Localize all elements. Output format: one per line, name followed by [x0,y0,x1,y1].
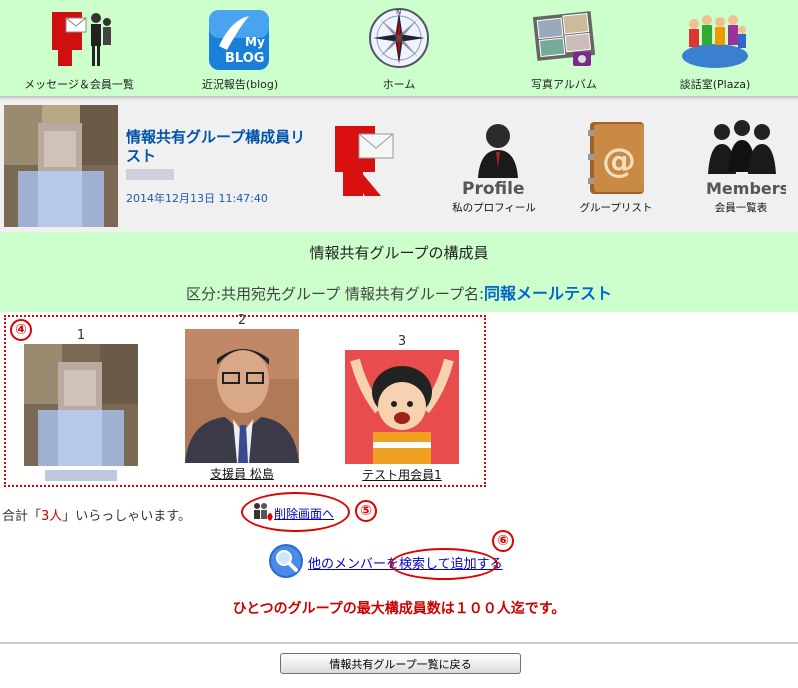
member-photo[interactable] [185,329,299,463]
svg-text:Members: Members [706,179,786,198]
message-logo-icon [335,126,394,196]
nav-item-home[interactable]: N ホーム [324,6,474,96]
svg-text:BLOG: BLOG [225,51,264,66]
owner-name-redacted [126,169,174,180]
member-count: 3人 [41,509,63,524]
group-name: 同報メールテスト [484,284,613,303]
header-datetime: 2014年12月13日 11:47:40 [126,192,268,205]
member-name-link[interactable]: 支援員 松島 [182,465,302,482]
photo-album-icon [532,11,596,66]
annotation-marker-5: ⑤ [355,500,377,522]
annotation-oval-6 [390,548,498,580]
member-photo[interactable] [24,344,138,466]
member-name-link[interactable]: テスト用会員1 [342,466,462,483]
profile-icon: Profile [462,124,524,198]
section-title: 情報共有グループの構成員 [309,244,489,262]
member-card[interactable]: 1 [21,328,141,485]
message-logo-link[interactable] [315,118,425,218]
svg-text:My: My [245,35,265,49]
message-icon [52,12,111,66]
self-avatar [4,105,118,227]
svg-text:N: N [396,8,401,16]
members-icon: Members [706,120,786,198]
member-total: 合計「3人」いらっしゃいます。 [2,509,191,524]
compass-icon: N [369,8,429,68]
group-list-link[interactable]: @ グループリスト [561,118,671,218]
nav-label: 写真アルバム [531,78,597,91]
member-table-label: 会員一覧表 [714,202,768,214]
nav-label: ホーム [382,78,416,91]
group-info-line: 区分:共用宛先グループ 情報共有グループ名:同報メールテスト [0,280,798,304]
nav-item-blog[interactable]: My BLOG 近況報告(blog) [165,6,315,96]
member-number: 1 [76,328,86,343]
nav-label: 近況報告(blog) [201,78,279,91]
member-card[interactable]: 2 支援員 松島 [182,313,302,482]
member-table-link[interactable]: Members 会員一覧表 [686,118,796,218]
group-list-title: 情報共有グループ構成員リスト [126,128,306,165]
category-text: 区分:共用宛先グループ 情報共有グループ名: [185,285,485,303]
search-icon[interactable] [268,543,304,579]
blog-icon: My BLOG [209,10,269,70]
member-name-redacted [45,470,117,481]
member-number: 3 [397,334,407,349]
nav-item-messages[interactable]: メッセージ＆会員一覧 [4,6,154,96]
my-profile-link[interactable]: Profile 私のプロフィール [439,118,549,218]
svg-text:@: @ [602,141,636,181]
nav-item-plaza[interactable]: 談話室(Plaza) [640,6,790,96]
svg-text:Profile: Profile [462,179,524,198]
nav-label: メッセージ＆会員一覧 [24,78,134,91]
back-to-group-list-button[interactable]: 情報共有グループ一覧に戻る [280,653,521,674]
annotation-marker-6: ⑥ [492,530,514,552]
member-photo[interactable] [345,350,459,464]
nav-label: 談話室(Plaza) [679,78,751,91]
member-number: 2 [237,313,247,328]
max-members-notice: ひとつのグループの最大構成員数は１００人迄です。 [232,601,566,617]
member-card[interactable]: 3 テスト用会員1 [342,334,462,483]
nav-item-album[interactable]: 写真アルバム [489,6,639,96]
plaza-icon [682,15,748,68]
annotation-oval-5 [241,492,350,532]
address-book-icon: @ [588,122,644,194]
group-list-label: グループリスト [579,202,653,214]
my-profile-label: 私のプロフィール [452,202,536,214]
footer-divider [0,642,798,644]
